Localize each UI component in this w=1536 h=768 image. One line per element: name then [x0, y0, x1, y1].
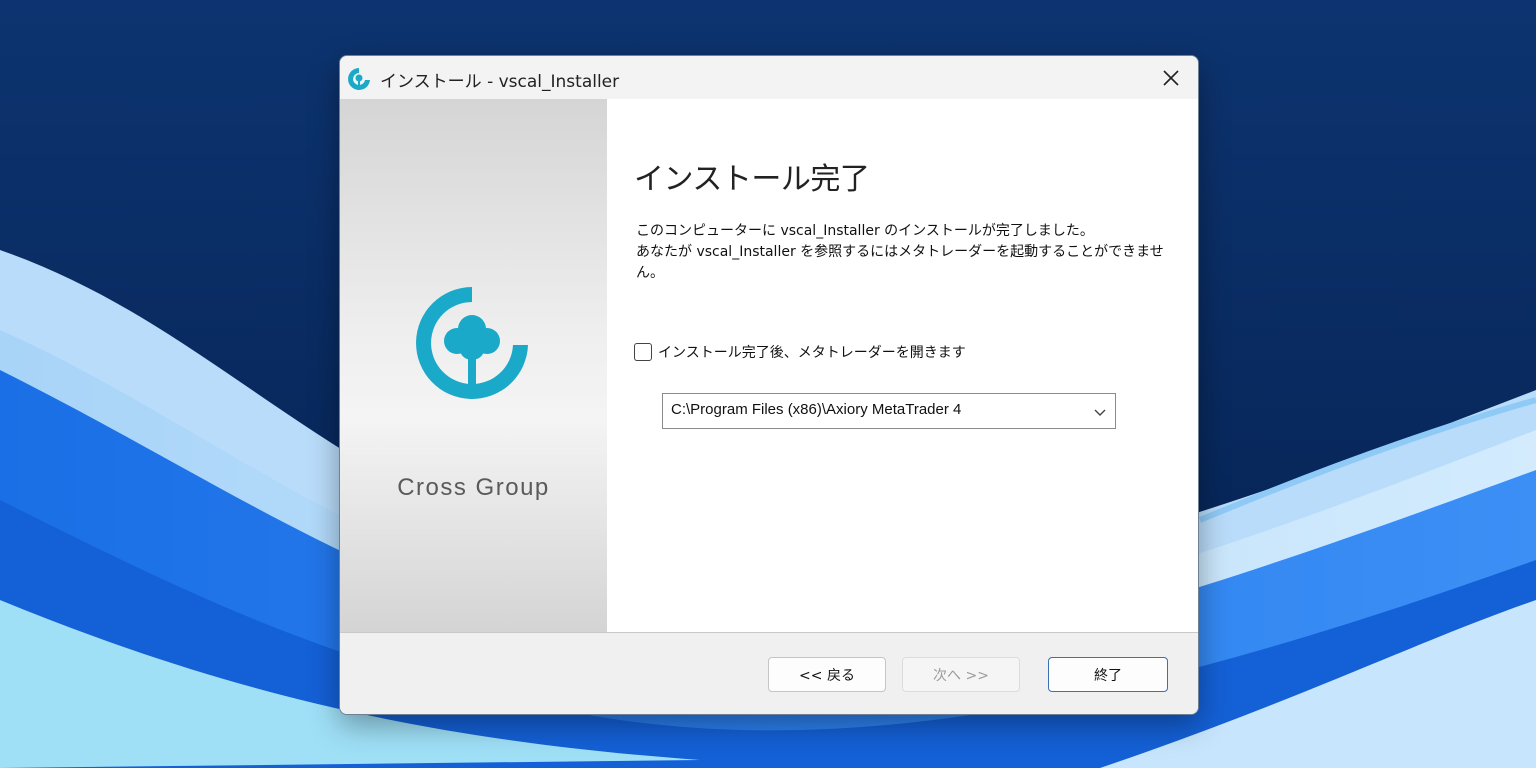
cross-group-logo-icon: [348, 68, 370, 90]
brand-name: Cross Group: [397, 474, 550, 501]
window-title: インストール - vscal_Installer: [380, 72, 620, 92]
title-bar[interactable]: インストール - vscal_Installer: [340, 56, 1198, 99]
description-line-2: あなたが vscal_Installer を参照するにはメタトレーダーを起動する…: [636, 244, 1164, 281]
description-line-1: このコンピューターに vscal_Installer のインストールが完了しまし…: [636, 223, 1094, 239]
back-button[interactable]: << 戻る: [768, 657, 886, 692]
chevron-down-icon: [1094, 409, 1106, 416]
wizard-footer: << 戻る 次へ >> 終了: [340, 632, 1198, 714]
completion-description: このコンピューターに vscal_Installer のインストールが完了しまし…: [636, 221, 1166, 284]
brand-side-panel: Cross Group: [340, 99, 607, 632]
close-icon: [1163, 69, 1179, 86]
open-metatrader-option[interactable]: インストール完了後、メタトレーダーを開きます: [634, 342, 966, 362]
installer-window: インストール - vscal_Installer Cross Group インス…: [339, 55, 1199, 715]
page-title: インストール完了: [634, 162, 870, 197]
metatrader-path-value: C:\Program Files (x86)\Axiory MetaTrader…: [671, 401, 962, 418]
open-metatrader-checkbox[interactable]: [634, 343, 652, 361]
open-metatrader-label[interactable]: インストール完了後、メタトレーダーを開きます: [658, 342, 966, 362]
metatrader-path-select[interactable]: C:\Program Files (x86)\Axiory MetaTrader…: [662, 393, 1116, 429]
finish-button[interactable]: 終了: [1048, 657, 1168, 692]
close-button[interactable]: [1144, 56, 1198, 99]
wizard-content: Cross Group インストール完了 このコンピューターに vscal_In…: [340, 99, 1198, 632]
cross-group-logo: [416, 287, 528, 399]
next-button[interactable]: 次へ >>: [902, 657, 1020, 692]
wizard-main: インストール完了 このコンピューターに vscal_Installer のインス…: [607, 99, 1198, 632]
